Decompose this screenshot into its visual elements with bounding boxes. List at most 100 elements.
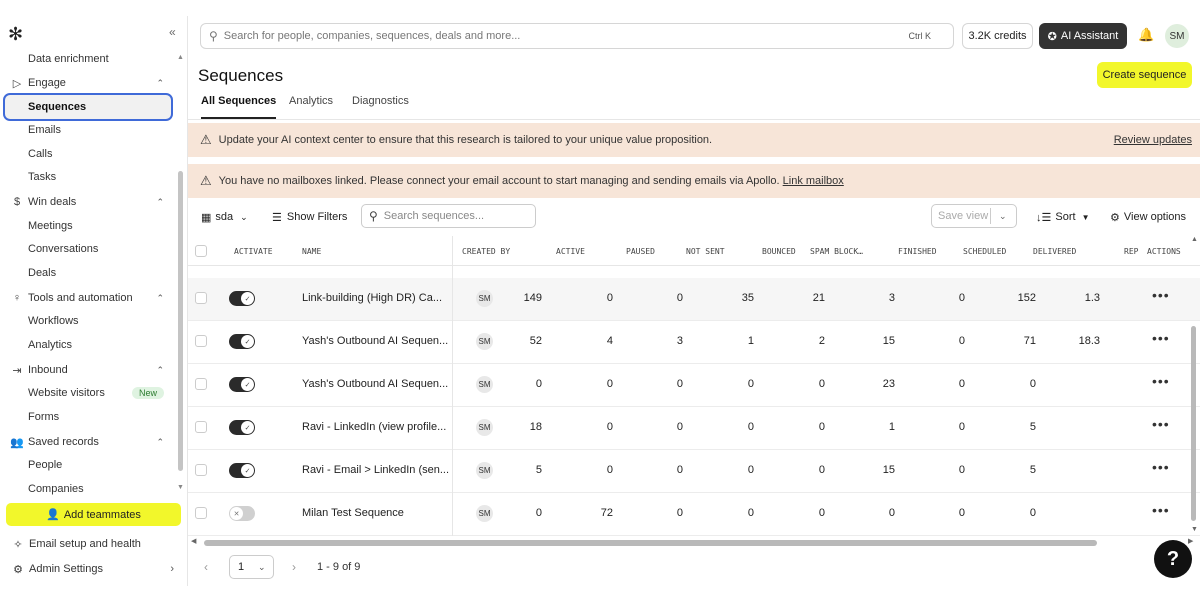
sequence-name-link[interactable]: Yash's Outbound AI Sequen... — [302, 335, 448, 347]
sidebar-item-data-enrichment[interactable]: Data enrichment — [0, 48, 176, 70]
horizontal-scrollbar[interactable]: ◀ ▶ — [188, 537, 1193, 547]
sidebar-item-meetings[interactable]: Meetings — [0, 215, 176, 237]
sequence-name-link[interactable]: Link-building (High DR) Ca... — [302, 292, 442, 304]
more-actions-icon[interactable]: ••• — [1152, 373, 1170, 389]
collapse-sidebar-icon[interactable]: « — [169, 25, 176, 39]
sequence-name-link[interactable]: Milan Test Sequence — [302, 507, 404, 519]
page-select[interactable]: 1 ⌄ — [229, 555, 274, 579]
notifications-bell-icon[interactable]: 🔔 — [1138, 27, 1154, 43]
sequence-search-input[interactable]: ⚲ Search sequences... — [361, 204, 536, 228]
sidebar-item-forms[interactable]: Forms — [0, 406, 176, 428]
credits-button[interactable]: 3.2K credits — [962, 23, 1033, 49]
chevron-up-icon[interactable]: ⌃ — [156, 78, 164, 89]
more-actions-icon[interactable]: ••• — [1152, 330, 1170, 346]
sidebar-item-website-visitors[interactable]: Website visitors New — [0, 382, 176, 404]
sidebar-item-saved-records[interactable]: 👥 Saved records ⌃ — [0, 431, 176, 453]
global-search-input[interactable]: ⚲ Search for people, companies, sequence… — [200, 23, 954, 49]
chevron-up-icon[interactable]: ⌃ — [156, 197, 164, 208]
header-activate[interactable]: ACTIVATE — [234, 247, 273, 256]
row-checkbox[interactable] — [195, 335, 207, 347]
sidebar-item-companies[interactable]: Companies — [0, 478, 176, 500]
more-actions-icon[interactable]: ••• — [1152, 416, 1170, 432]
previous-page-icon[interactable]: ‹ — [204, 560, 208, 574]
view-options-button[interactable]: ⚙ View options — [1110, 206, 1186, 228]
sidebar-item-calls[interactable]: Calls — [0, 143, 176, 165]
add-teammates-button[interactable]: 👤 Add teammates — [6, 503, 181, 526]
sidebar-item-workflows[interactable]: Workflows — [0, 310, 176, 332]
header-delivered[interactable]: DELIVERED — [1033, 247, 1076, 256]
activate-toggle[interactable]: ✕ — [229, 506, 255, 521]
vertical-scrollbar[interactable]: ▲ ▼ — [1191, 236, 1198, 536]
sidebar-item-tasks[interactable]: Tasks — [0, 166, 176, 188]
review-updates-link[interactable]: Review updates — [1114, 134, 1192, 146]
sidebar-item-inbound[interactable]: ⇥ Inbound ⌃ — [0, 359, 176, 381]
more-actions-icon[interactable]: ••• — [1152, 287, 1170, 303]
activate-toggle[interactable]: ✓ — [229, 377, 255, 392]
row-checkbox[interactable] — [195, 292, 207, 304]
scroll-left-icon[interactable]: ◀ — [191, 537, 196, 545]
user-avatar[interactable]: SM — [1165, 24, 1189, 48]
chevron-down-icon[interactable]: ⌄ — [999, 211, 1007, 222]
sort-button[interactable]: ↓☰ Sort ▼ — [1036, 206, 1089, 228]
help-button[interactable]: ? — [1154, 540, 1192, 578]
sidebar-item-engage[interactable]: ▷ Engage ⌃ — [0, 72, 176, 94]
sidebar-scrollbar[interactable] — [178, 171, 183, 471]
table-row[interactable]: ✓ Yash's Outbound AI Sequen... SM 0 0 0 0 0 23 0 0… — [188, 364, 1200, 407]
row-checkbox[interactable] — [195, 507, 207, 519]
sidebar-item-analytics[interactable]: Analytics — [0, 334, 176, 356]
ai-assistant-button[interactable]: ✪ AI Assistant — [1039, 23, 1127, 49]
header-active[interactable]: ACTIVE — [556, 247, 585, 256]
create-sequence-button[interactable]: Create sequence — [1097, 62, 1192, 88]
tab-diagnostics[interactable]: Diagnostics — [352, 95, 409, 119]
table-row[interactable]: ✓ Ravi - LinkedIn (view profile... SM 18 0 0 0… — [188, 407, 1200, 450]
scroll-down-icon[interactable]: ▼ — [177, 484, 184, 491]
sequence-name-link[interactable]: Yash's Outbound AI Sequen... — [302, 378, 448, 390]
admin-settings-item[interactable]: ⚙ Admin Settings › — [0, 558, 188, 580]
row-checkbox[interactable] — [195, 378, 207, 390]
horizontal-scroll-thumb[interactable] — [204, 540, 1097, 546]
sidebar-item-win-deals[interactable]: $ Win deals ⌃ — [0, 191, 176, 213]
table-row[interactable]: ✓ Ravi - Email > LinkedIn (sen... SM 5 0 0 0 0 1… — [188, 450, 1200, 493]
header-rep[interactable]: REP — [1124, 247, 1138, 256]
save-view-button[interactable]: Save view ⌄ — [931, 204, 1017, 228]
tab-analytics[interactable]: Analytics — [289, 95, 333, 119]
activate-toggle[interactable]: ✓ — [229, 463, 255, 478]
chevron-up-icon[interactable]: ⌃ — [156, 293, 164, 304]
vertical-scroll-thumb[interactable] — [1191, 326, 1196, 521]
sidebar-item-deals[interactable]: Deals — [0, 262, 176, 284]
sidebar-item-conversations[interactable]: Conversations — [0, 238, 176, 260]
chevron-up-icon[interactable]: ⌃ — [156, 365, 164, 376]
select-all-checkbox[interactable] — [195, 245, 207, 257]
header-paused[interactable]: PAUSED — [626, 247, 655, 256]
activate-toggle[interactable]: ✓ — [229, 420, 255, 435]
scroll-right-icon[interactable]: ▶ — [1188, 537, 1193, 545]
link-mailbox-link[interactable]: Link mailbox — [783, 175, 844, 187]
header-finished[interactable]: FINISHED — [898, 247, 937, 256]
table-row[interactable]: ✕ Milan Test Sequence SM 0 72 0 0 0 0 0 0 ••• — [188, 493, 1200, 536]
header-bounced[interactable]: BOUNCED — [762, 247, 796, 256]
more-actions-icon[interactable]: ••• — [1152, 502, 1170, 518]
sidebar-item-emails[interactable]: Emails — [0, 119, 176, 141]
sidebar-item-sequences[interactable]: Sequences — [3, 93, 173, 121]
activate-toggle[interactable]: ✓ — [229, 334, 255, 349]
show-filters-button[interactable]: ☰ Show Filters — [272, 206, 347, 228]
row-checkbox[interactable] — [195, 464, 207, 476]
next-page-icon[interactable]: › — [292, 560, 296, 574]
table-row[interactable]: ✓ Yash's Outbound AI Sequen... SM 52 4 3 1 2 15 0… — [188, 321, 1200, 364]
activate-toggle[interactable]: ✓ — [229, 291, 255, 306]
sequence-name-link[interactable]: Ravi - LinkedIn (view profile... — [302, 421, 446, 433]
scroll-up-icon[interactable]: ▲ — [177, 54, 184, 61]
chevron-up-icon[interactable]: ⌃ — [156, 437, 164, 448]
sidebar-item-tools-and-automation[interactable]: ♀ Tools and automation ⌃ — [0, 287, 176, 309]
row-checkbox[interactable] — [195, 421, 207, 433]
table-row[interactable]: ✓ Link-building (High DR) Ca... SM 149 0 0 35 2… — [188, 278, 1200, 321]
more-actions-icon[interactable]: ••• — [1152, 459, 1170, 475]
email-setup-item[interactable]: ✧ Email setup and health — [0, 533, 188, 555]
sidebar-item-people[interactable]: People — [0, 454, 176, 476]
header-scheduled[interactable]: SCHEDULED — [963, 247, 1006, 256]
header-created-by[interactable]: CREATED BY — [462, 247, 510, 256]
scroll-down-icon[interactable]: ▼ — [1191, 526, 1198, 533]
header-spam-block[interactable]: SPAM BLOCK… — [810, 247, 863, 256]
header-not-sent[interactable]: NOT SENT — [686, 247, 725, 256]
tab-all-sequences[interactable]: All Sequences — [201, 95, 277, 119]
